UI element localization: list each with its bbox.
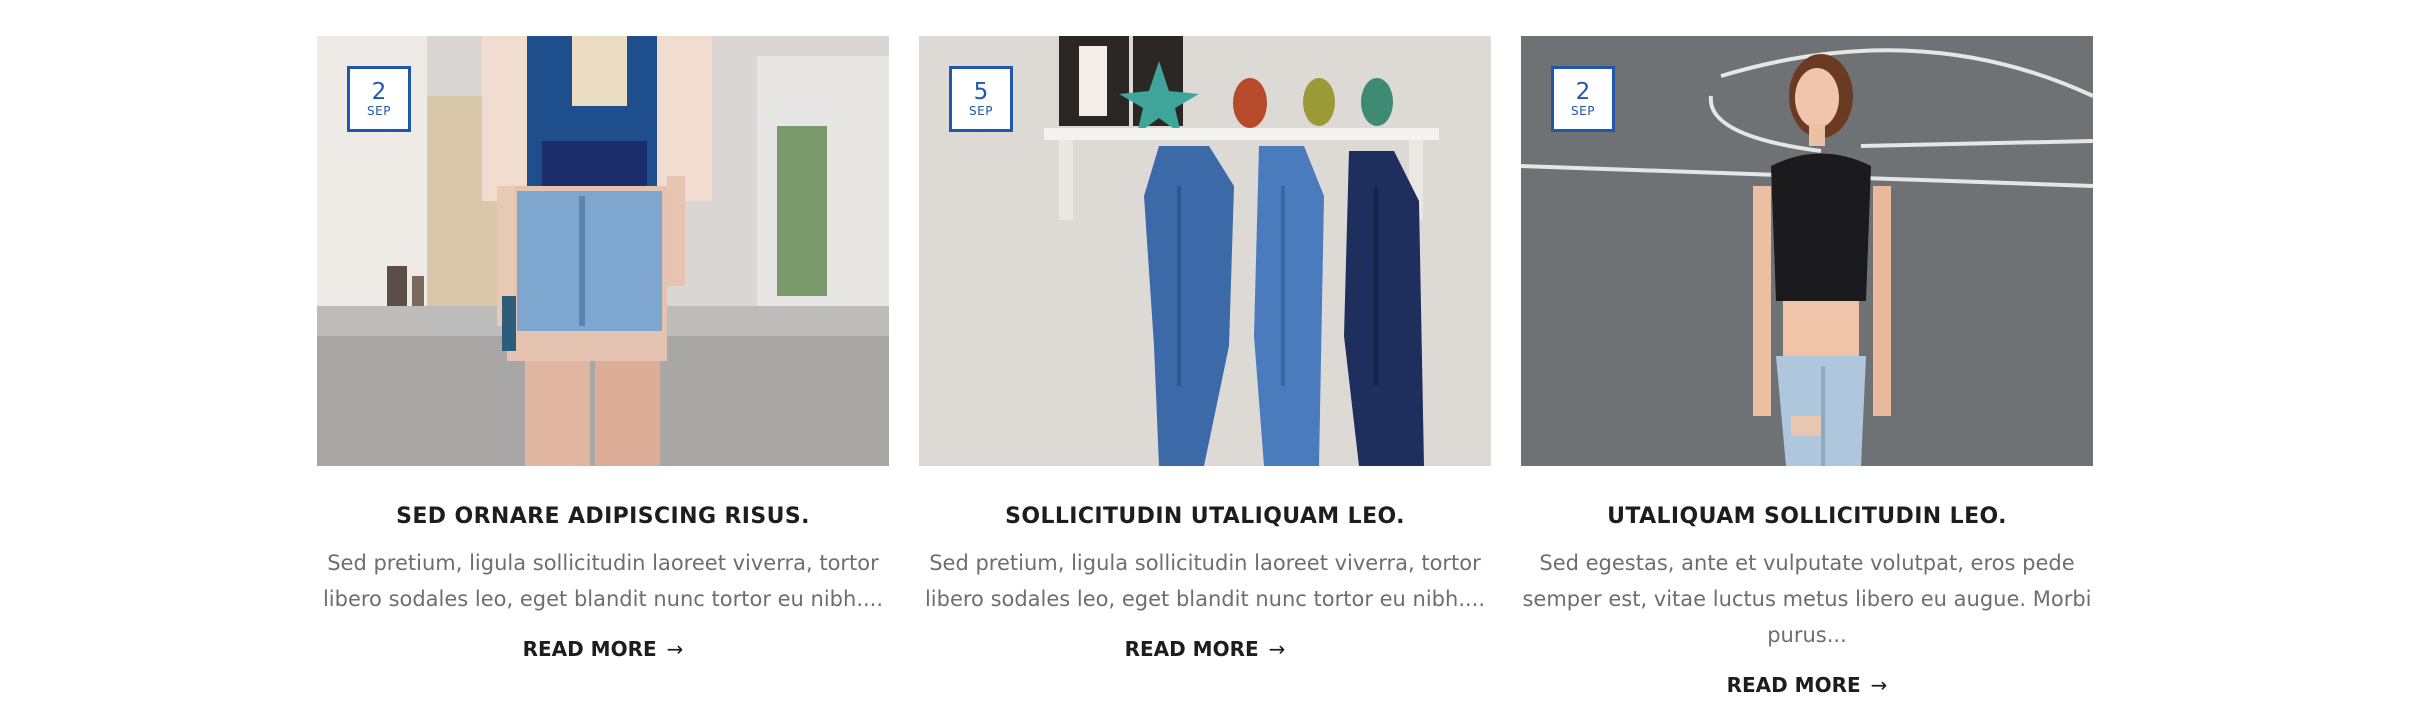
blog-post-card: 2 SEP SED ORNARE ADIPISCING RISUS. Sed p… [317, 36, 889, 697]
read-more-link[interactable]: READ MORE → [1727, 673, 1888, 697]
post-title[interactable]: SED ORNARE ADIPISCING RISUS. [396, 504, 810, 529]
post-thumbnail[interactable]: 2 SEP [1521, 36, 2093, 466]
date-month: SEP [1571, 104, 1595, 118]
date-day: 5 [973, 79, 989, 105]
blog-post-card: 2 SEP UTALIQUAM SOLLICITUDIN LEO. Sed eg… [1521, 36, 2093, 697]
read-more-label: READ MORE [1124, 637, 1259, 661]
blog-post-card: 5 SEP SOLLICITUDIN UTALIQUAM LEO. Sed pr… [919, 36, 1491, 697]
read-more-link[interactable]: READ MORE → [523, 637, 684, 661]
read-more-label: READ MORE [522, 637, 657, 661]
read-more-label: READ MORE [1726, 673, 1861, 697]
post-thumbnail[interactable]: 2 SEP [317, 36, 889, 466]
date-badge: 2 SEP [1551, 66, 1615, 132]
date-month: SEP [367, 104, 391, 118]
post-excerpt: Sed pretium, ligula sollicitudin laoreet… [924, 551, 1486, 611]
arrow-right-icon: → [1268, 637, 1286, 661]
post-title[interactable]: UTALIQUAM SOLLICITUDIN LEO. [1607, 504, 2007, 529]
blog-posts-row: 2 SEP SED ORNARE ADIPISCING RISUS. Sed p… [317, 36, 2103, 697]
arrow-right-icon: → [1870, 673, 1888, 697]
date-badge: 2 SEP [347, 66, 411, 132]
date-day: 2 [371, 79, 387, 105]
read-more-link[interactable]: READ MORE → [1125, 637, 1286, 661]
date-badge: 5 SEP [949, 66, 1013, 132]
arrow-right-icon: → [666, 637, 684, 661]
post-excerpt: Sed egestas, ante et vulputate volutpat,… [1522, 551, 2092, 647]
post-thumbnail[interactable]: 5 SEP [919, 36, 1491, 466]
date-month: SEP [969, 104, 993, 118]
date-day: 2 [1575, 79, 1591, 105]
post-title[interactable]: SOLLICITUDIN UTALIQUAM LEO. [1005, 504, 1405, 529]
post-excerpt: Sed pretium, ligula sollicitudin laoreet… [322, 551, 884, 611]
